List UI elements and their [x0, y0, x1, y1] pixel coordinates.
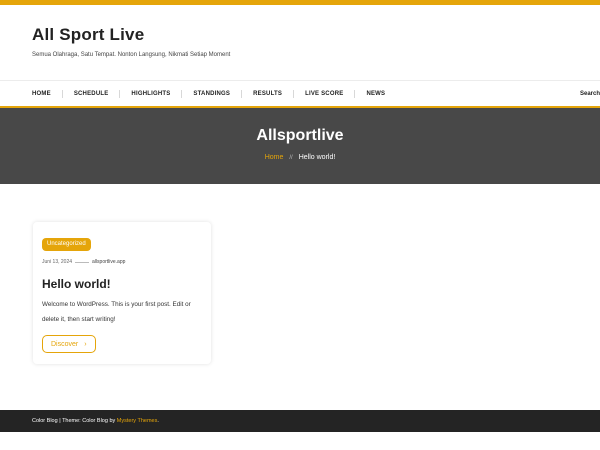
breadcrumb-separator: // — [289, 155, 293, 161]
nav-item-news[interactable]: NEWS — [366, 91, 385, 97]
post-date[interactable]: Juni 13, 2024 — [42, 259, 72, 265]
nav-item-home[interactable]: HOME — [32, 91, 51, 97]
nav-separator — [61, 90, 63, 98]
meta-divider — [75, 261, 90, 263]
post-meta: Juni 13, 2024 allsportlive.app — [42, 259, 125, 265]
footer-credit-text: Color Blog | Theme: Color Blog by — [32, 418, 117, 424]
nav-separator — [241, 90, 243, 98]
search-label: Search — [579, 91, 600, 97]
breadcrumb: Home // Hello world! — [0, 154, 600, 161]
nav-item-live-score[interactable]: LIVE SCORE — [305, 91, 343, 97]
nav-item-highlights[interactable]: HIGHLIGHTS — [131, 91, 170, 97]
footer-credit-end: . — [157, 418, 159, 424]
breadcrumb-home-link[interactable]: Home — [265, 154, 284, 161]
main-navigation: HOME SCHEDULE HIGHLIGHTS STANDINGS RESUL… — [0, 80, 600, 108]
nav-menu: HOME SCHEDULE HIGHLIGHTS STANDINGS RESUL… — [32, 81, 385, 107]
site-footer: Color Blog | Theme: Color Blog by Myster… — [0, 410, 600, 432]
site-title[interactable]: All Sport Live — [32, 25, 144, 45]
post-title[interactable]: Hello world! — [42, 277, 111, 291]
page-title: Allsportlive — [256, 127, 344, 144]
discover-button[interactable]: Discover › — [42, 335, 96, 353]
arrow-right-icon: › — [84, 340, 87, 348]
post-excerpt: Welcome to WordPress. This is your first… — [42, 301, 191, 323]
nav-item-schedule[interactable]: SCHEDULE — [74, 91, 109, 97]
page-header-banner: Allsportlive — [0, 108, 600, 184]
nav-separator — [293, 90, 295, 98]
nav-separator — [354, 90, 356, 98]
category-badge[interactable]: Uncategorized — [42, 238, 91, 251]
nav-item-standings[interactable]: STANDINGS — [193, 91, 230, 97]
post-card: Uncategorized Juni 13, 2024 allsportlive… — [33, 222, 211, 364]
breadcrumb-current: Hello world! — [298, 154, 336, 161]
top-accent-bar — [0, 0, 600, 5]
nav-item-results[interactable]: RESULTS — [253, 91, 282, 97]
search-toggle[interactable]: Search — [580, 81, 600, 107]
nav-separator — [181, 90, 183, 98]
post-author[interactable]: allsportlive.app — [92, 259, 125, 265]
footer-credits: Color Blog | Theme: Color Blog by Myster… — [32, 410, 159, 432]
nav-separator — [119, 90, 121, 98]
site-tagline: Semua Olahraga, Satu Tempat. Nonton Lang… — [32, 52, 231, 58]
discover-button-label: Discover — [51, 340, 79, 348]
footer-theme-link[interactable]: Mystery Themes — [117, 418, 158, 424]
